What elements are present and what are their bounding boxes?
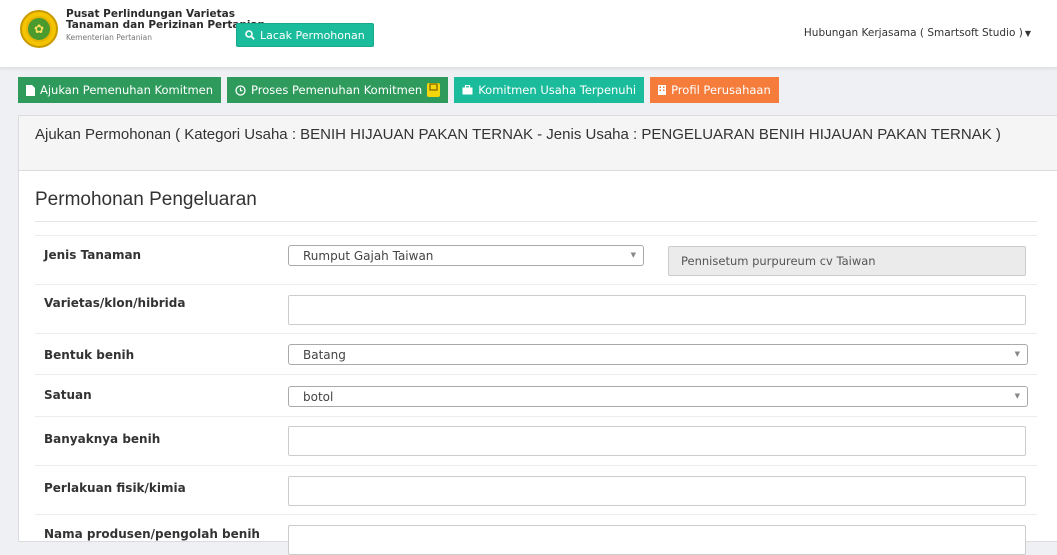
panel-heading: Ajukan Permohonan ( Kategori Usaha : BEN…	[19, 116, 1057, 171]
tab-company-profile-label: Profil Perusahaan	[671, 83, 771, 97]
satuan-label: Satuan	[44, 388, 92, 402]
application-panel: Ajukan Permohonan ( Kategori Usaha : BEN…	[18, 115, 1057, 555]
perlakuan-label: Perlakuan fisik/kimia	[44, 481, 186, 495]
track-request-button[interactable]: Lacak Permohonan	[236, 23, 374, 47]
chevron-down-icon: ▼	[1014, 392, 1020, 400]
chevron-down-icon: ▼	[630, 251, 636, 259]
briefcase-icon	[462, 85, 473, 95]
notification-badge	[427, 83, 441, 97]
tab-company-profile[interactable]: Profil Perusahaan	[650, 77, 779, 103]
varietas-input[interactable]	[288, 295, 1026, 325]
file-icon	[26, 84, 35, 96]
ministry-logo[interactable]: ✿	[20, 10, 58, 48]
banyaknya-input[interactable]	[288, 426, 1026, 456]
satuan-value: botol	[303, 389, 334, 404]
bentuk-benih-select[interactable]: Batang ▼	[288, 344, 1028, 365]
tab-commitment-fulfilled[interactable]: Komitmen Usaha Terpenuhi	[454, 77, 645, 103]
tab-submit-commitment[interactable]: Ajukan Pemenuhan Komitmen	[18, 77, 222, 103]
produsen-label: Nama produsen/pengolah benih	[44, 527, 260, 541]
user-menu[interactable]: Hubungan Kerjasama ( Smartsoft Studio ) ▼	[804, 27, 1031, 39]
form-row-banyaknya: Banyaknya benih	[35, 416, 1037, 465]
user-menu-label: Hubungan Kerjasama ( Smartsoft Studio )	[803, 27, 1023, 39]
form-row-bentuk-benih: Bentuk benih Batang ▼	[35, 333, 1037, 374]
tab-bar: Ajukan Pemenuhan Komitmen Proses Pemenuh…	[18, 77, 779, 103]
banyaknya-label: Banyaknya benih	[44, 432, 161, 446]
jenis-tanaman-label: Jenis Tanaman	[44, 248, 142, 262]
jenis-tanaman-select[interactable]: Rumput Gajah Taiwan ▼	[288, 245, 644, 266]
satuan-select[interactable]: botol ▼	[288, 386, 1028, 407]
latin-name-field: Pennisetum purpureum cv Taiwan	[668, 246, 1026, 276]
bentuk-benih-label: Bentuk benih	[44, 348, 135, 362]
produsen-input[interactable]	[288, 525, 1026, 555]
varietas-label: Varietas/klon/hibrida	[44, 296, 186, 310]
tab-commitment-fulfilled-label: Komitmen Usaha Terpenuhi	[478, 83, 637, 97]
jenis-tanaman-value: Rumput Gajah Taiwan	[303, 248, 434, 263]
form-row-produsen: Nama produsen/pengolah benih	[35, 514, 1037, 555]
form-row-jenis-tanaman: Jenis Tanaman Rumput Gajah Taiwan ▼ Penn…	[35, 235, 1037, 284]
tab-submit-commitment-label: Ajukan Pemenuhan Komitmen	[40, 83, 214, 97]
section-divider	[35, 221, 1037, 222]
track-request-label: Lacak Permohonan	[260, 28, 365, 42]
message-icon	[429, 83, 438, 91]
chevron-down-icon: ▼	[1014, 350, 1020, 358]
tab-process-commitment-label: Proses Pemenuhan Komitmen	[251, 83, 423, 97]
form-row-perlakuan: Perlakuan fisik/kimia	[35, 465, 1037, 514]
top-navbar: ✿ Pusat Perlindungan Varietas Tanaman da…	[0, 0, 1057, 68]
clock-icon	[235, 84, 246, 96]
section-title: Permohonan Pengeluaran	[35, 189, 257, 210]
tab-process-commitment[interactable]: Proses Pemenuhan Komitmen	[227, 77, 449, 103]
bentuk-benih-value: Batang	[303, 347, 346, 362]
building-icon	[658, 85, 667, 95]
form-row-varietas: Varietas/klon/hibrida	[35, 284, 1037, 333]
form-row-satuan: Satuan botol ▼	[35, 374, 1037, 416]
logo-emblem: ✿	[26, 16, 52, 42]
search-icon	[245, 30, 255, 40]
caret-down-icon: ▼	[1024, 29, 1031, 38]
perlakuan-input[interactable]	[288, 476, 1026, 506]
